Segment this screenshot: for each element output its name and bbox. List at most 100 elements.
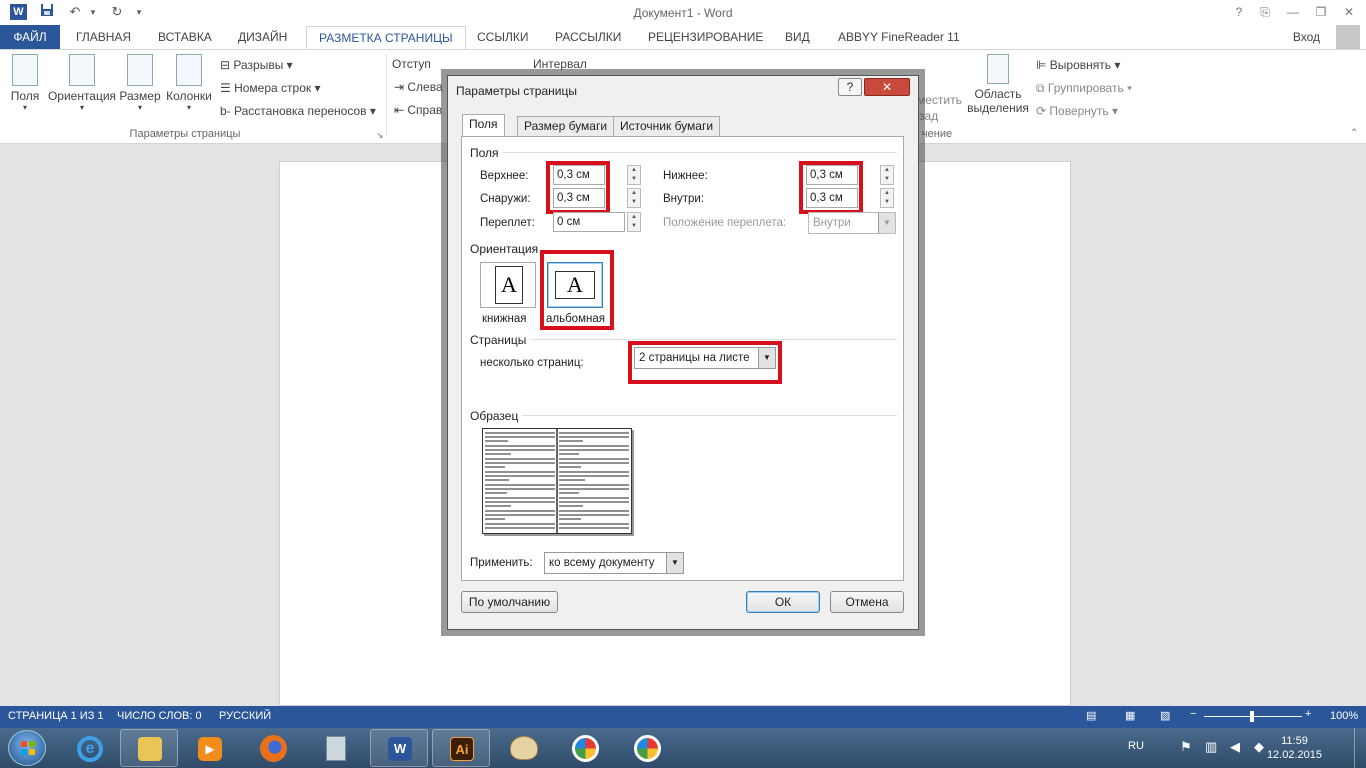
set-default-button[interactable]: По умолчанию xyxy=(461,591,558,613)
group-icon: ⧉ xyxy=(1036,81,1048,95)
bottom-margin-input[interactable]: 0,3 см xyxy=(806,165,858,185)
dialog-launcher-icon[interactable]: ↘ xyxy=(376,130,384,141)
chevron-down-icon: ▾ xyxy=(22,103,27,112)
margins-icon xyxy=(12,54,38,86)
ribbon-display-button[interactable]: ⎘ xyxy=(1254,2,1276,22)
rotate-label: Повернуть xyxy=(1049,104,1109,118)
outside-margin-input[interactable]: 0,3 см xyxy=(553,188,605,208)
bottom-margin-stepper[interactable]: ▲ ▼ xyxy=(880,165,894,185)
tab-insert[interactable]: ВСТАВКА xyxy=(146,29,224,49)
tab-review[interactable]: РЕЦЕНЗИРОВАНИЕ xyxy=(636,29,775,49)
send-backward-label-partial[interactable]: зад xyxy=(919,106,938,126)
tab-references[interactable]: ССЫЛКИ xyxy=(465,29,540,49)
clock[interactable]: 11:59 12.02.2015 xyxy=(1267,734,1322,762)
tab-paper-size[interactable]: Размер бумаги xyxy=(517,116,615,136)
top-margin-input[interactable]: 0,3 см xyxy=(553,165,605,185)
minimize-button[interactable]: — xyxy=(1282,2,1304,22)
chevron-down-icon: ▾ xyxy=(137,103,142,112)
media-player-icon[interactable]: ▶ xyxy=(180,729,238,767)
breaks-button[interactable]: ⊟ Разрывы ▾ xyxy=(220,55,293,75)
read-mode-icon[interactable]: ▤ xyxy=(1086,709,1096,722)
dialog-help-button[interactable]: ? xyxy=(838,78,862,96)
line-numbers-button[interactable]: ☰ Номера строк ▾ xyxy=(220,78,321,98)
show-desktop-button[interactable] xyxy=(1354,728,1366,768)
collapse-ribbon-icon[interactable]: ⌃ xyxy=(1350,128,1358,139)
size-label: Размер xyxy=(119,89,161,103)
web-layout-icon[interactable]: ▧ xyxy=(1160,709,1170,722)
clock-date: 12.02.2015 xyxy=(1266,749,1322,761)
group-button[interactable]: ⧉ Группировать ▾ xyxy=(1036,78,1132,98)
close-button[interactable]: ✕ xyxy=(1338,2,1360,22)
cancel-button[interactable]: Отмена xyxy=(830,591,904,613)
picasa-icon[interactable] xyxy=(618,729,676,767)
margins-button[interactable]: Поля ▾ xyxy=(6,54,44,112)
tab-abbyy[interactable]: ABBYY FineReader 11 xyxy=(826,29,972,49)
zoom-in-icon[interactable]: + xyxy=(1305,708,1311,720)
maximize-button[interactable]: ❐ xyxy=(1310,2,1332,22)
gutter-input[interactable]: 0 см xyxy=(553,212,625,232)
align-button[interactable]: ⊫ Выровнять ▾ xyxy=(1036,55,1120,75)
landscape-option[interactable]: A xyxy=(547,262,603,308)
orientation-section-title: Ориентация xyxy=(470,242,543,256)
selection-pane-label-2: выделения xyxy=(967,101,1029,115)
volume-icon[interactable]: ◀ xyxy=(1230,739,1240,755)
tab-home[interactable]: ГЛАВНАЯ xyxy=(64,29,143,49)
word-icon[interactable]: W xyxy=(370,729,428,767)
chevron-down-icon: ▾ xyxy=(186,103,191,112)
firefox-icon[interactable] xyxy=(244,729,302,767)
input-language[interactable]: RU xyxy=(1128,740,1144,752)
word-count[interactable]: ЧИСЛО СЛОВ: 0 xyxy=(117,710,202,722)
ok-button[interactable]: ОК xyxy=(746,591,820,613)
chevron-down-icon: ▼ xyxy=(758,348,775,368)
tab-margins[interactable]: Поля xyxy=(462,114,505,137)
tab-file[interactable]: ФАЙЛ xyxy=(0,25,60,49)
avatar[interactable] xyxy=(1336,25,1360,49)
page-count[interactable]: СТРАНИЦА 1 ИЗ 1 xyxy=(8,710,104,722)
chevron-down-icon: ▾ xyxy=(79,103,84,112)
language-indicator[interactable]: РУССКИЙ xyxy=(219,710,271,722)
ribbon-tabs: ФАЙЛ ГЛАВНАЯ ВСТАВКА ДИЗАЙН РАЗМЕТКА СТР… xyxy=(0,25,1366,50)
portrait-option[interactable]: A xyxy=(480,262,536,308)
columns-button[interactable]: Колонки ▾ xyxy=(163,54,215,112)
zoom-level[interactable]: 100% xyxy=(1330,710,1358,722)
gutter-stepper[interactable]: ▲ ▼ xyxy=(627,212,641,232)
tab-view[interactable]: ВИД xyxy=(773,29,822,49)
tab-design[interactable]: ДИЗАЙН xyxy=(226,29,299,49)
indent-right-field[interactable]: ⇤ Справ xyxy=(394,100,442,120)
file-explorer-icon[interactable] xyxy=(120,729,178,767)
size-icon xyxy=(127,54,153,86)
picasa-icon[interactable] xyxy=(556,729,614,767)
indent-left-field[interactable]: ⇥ Слева xyxy=(394,77,443,97)
sign-in-link[interactable]: Вход xyxy=(1293,30,1320,44)
calculator-icon[interactable] xyxy=(306,729,364,767)
hyphenation-button[interactable]: b- Расстановка переносов ▾ xyxy=(220,101,376,121)
inside-margin-stepper[interactable]: ▲ ▼ xyxy=(880,188,894,208)
dialog-close-button[interactable]: ✕ xyxy=(864,78,910,96)
start-button[interactable] xyxy=(8,730,46,766)
orientation-button[interactable]: Ориентация ▾ xyxy=(46,54,118,112)
selection-pane-button[interactable]: Область выделения xyxy=(965,54,1031,115)
size-button[interactable]: Размер ▾ xyxy=(119,54,161,112)
top-margin-stepper[interactable]: ▲ ▼ xyxy=(627,165,641,185)
multiple-pages-select[interactable]: 2 страницы на листе ▼ xyxy=(634,347,776,369)
network-icon[interactable]: ▥ xyxy=(1205,739,1217,755)
tray-icon[interactable]: ◆ xyxy=(1254,739,1264,755)
print-layout-icon[interactable]: ▦ xyxy=(1125,709,1135,722)
spacing-label: Интервал xyxy=(533,57,587,71)
flag-icon[interactable]: ⚑ xyxy=(1180,739,1192,755)
paint-icon[interactable] xyxy=(494,729,552,767)
zoom-out-icon[interactable]: − xyxy=(1190,708,1196,720)
outside-margin-stepper[interactable]: ▲ ▼ xyxy=(627,188,641,208)
inside-margin-input[interactable]: 0,3 см xyxy=(806,188,858,208)
indent-left-icon: ⇥ xyxy=(394,80,408,94)
zoom-slider-thumb[interactable] xyxy=(1250,711,1254,722)
tab-page-layout[interactable]: РАЗМЕТКА СТРАНИЦЫ xyxy=(306,26,466,50)
portrait-icon: A xyxy=(495,266,523,304)
rotate-button[interactable]: ⟳ Повернуть ▾ xyxy=(1036,101,1118,121)
apply-to-select[interactable]: ко всему документу ▼ xyxy=(544,552,684,574)
tab-mailings[interactable]: РАССЫЛКИ xyxy=(543,29,633,49)
help-button[interactable]: ? xyxy=(1228,2,1250,22)
internet-explorer-icon[interactable]: e xyxy=(60,729,118,767)
tab-paper-source[interactable]: Источник бумаги xyxy=(613,116,721,136)
illustrator-icon[interactable]: Ai xyxy=(432,729,490,767)
